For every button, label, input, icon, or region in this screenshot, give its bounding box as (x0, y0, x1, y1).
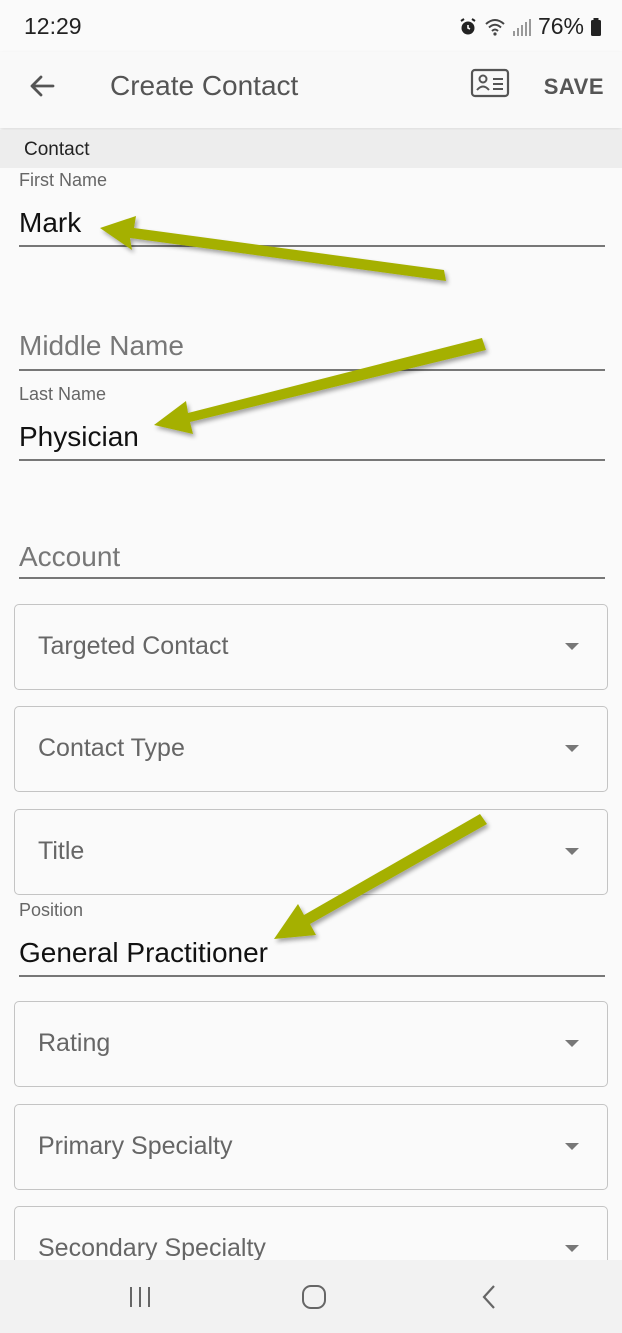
title-label: Title (38, 837, 85, 865)
battery-level: 76% (537, 13, 584, 39)
system-nav-bar (0, 1260, 622, 1333)
scan-card-button[interactable] (470, 68, 514, 104)
dropdown-arrow-icon (565, 1143, 579, 1150)
position-underline (19, 975, 605, 977)
section-header-contact: Contact (0, 130, 622, 168)
dropdown-arrow-icon (565, 643, 579, 650)
last-name-label: Last Name (19, 384, 107, 404)
signal-icon (512, 18, 531, 36)
secondary-specialty-label: Secondary Specialty (38, 1234, 266, 1262)
first-name-field[interactable]: First Name Mark (19, 170, 605, 248)
home-button[interactable] (294, 1282, 334, 1312)
dropdown-arrow-icon (565, 1245, 579, 1252)
wifi-icon (485, 18, 505, 36)
first-name-underline (19, 245, 605, 247)
middle-name-field[interactable]: Middle Name (19, 330, 605, 372)
alarm-icon (460, 17, 476, 34)
targeted-contact-label: Targeted Contact (38, 632, 229, 660)
contact-type-label: Contact Type (38, 734, 185, 762)
middle-name-placeholder[interactable]: Middle Name (19, 330, 184, 362)
first-name-value[interactable]: Mark (19, 207, 81, 239)
back-nav-button[interactable] (470, 1282, 510, 1312)
account-placeholder[interactable]: Account (19, 541, 120, 573)
account-underline (19, 577, 605, 579)
last-name-underline (19, 459, 605, 461)
position-label: Position (19, 900, 84, 920)
dropdown-arrow-icon (565, 745, 579, 752)
position-value[interactable]: General Practitioner (19, 937, 268, 969)
dropdown-arrow-icon (565, 1040, 579, 1047)
status-bar: 12:29 76% (0, 0, 622, 52)
status-time: 12:29 (24, 13, 82, 39)
back-button[interactable] (22, 66, 62, 106)
rating-dropdown[interactable]: Rating (14, 1001, 608, 1087)
last-name-value[interactable]: Physician (19, 421, 139, 453)
title-dropdown[interactable]: Title (14, 809, 608, 895)
recent-apps-icon (130, 1287, 150, 1307)
arrow-left-icon (30, 75, 55, 97)
save-button[interactable]: SAVE (544, 74, 604, 100)
contact-type-dropdown[interactable]: Contact Type (14, 706, 608, 792)
recent-apps-button[interactable] (120, 1282, 160, 1312)
primary-specialty-dropdown[interactable]: Primary Specialty (14, 1104, 608, 1190)
app-bar: Create Contact SAVE (0, 52, 622, 128)
position-field[interactable]: Position General Practitioner (19, 900, 605, 978)
targeted-contact-dropdown[interactable]: Targeted Contact (14, 604, 608, 690)
contact-card-icon (470, 68, 510, 98)
home-icon (302, 1285, 326, 1309)
account-field[interactable]: Account (19, 541, 605, 581)
primary-specialty-label: Primary Specialty (38, 1132, 233, 1160)
first-name-label: First Name (19, 170, 108, 190)
last-name-field[interactable]: Last Name Physician (19, 384, 605, 462)
section-title: Contact (24, 139, 90, 160)
dropdown-arrow-icon (565, 848, 579, 855)
page-title: Create Contact (110, 70, 299, 101)
rating-label: Rating (38, 1029, 111, 1057)
status-icons: 76% (458, 13, 602, 40)
middle-name-underline (19, 369, 605, 371)
battery-icon (591, 17, 601, 36)
chevron-left-icon (482, 1285, 495, 1309)
